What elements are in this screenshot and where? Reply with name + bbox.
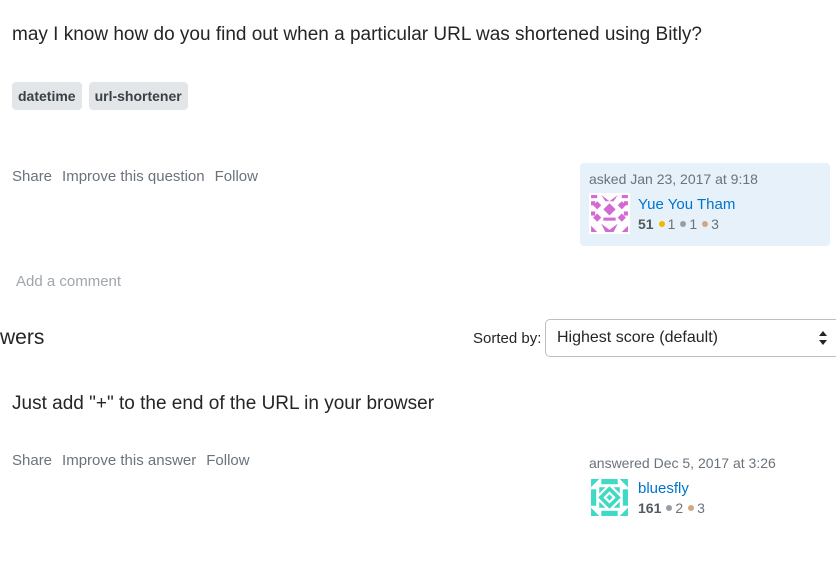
question-post-menu: Share Improve this question Follow [12, 168, 258, 185]
improve-question-link[interactable]: Improve this question [62, 168, 205, 185]
sort-select-value: Highest score (default) [557, 329, 718, 346]
sort-label: Sorted by: [473, 330, 542, 347]
gold-badge-count: 1 [667, 215, 676, 232]
question-body: may I know how do you find out when a pa… [12, 24, 702, 45]
silver-badge-icon [680, 220, 687, 227]
share-question-link[interactable]: Share [12, 168, 52, 185]
silver-badge-count: 2 [675, 499, 684, 516]
answered-timestamp[interactable]: answered Dec 5, 2017 at 3:26 [589, 455, 829, 471]
reputation-score: 161 [638, 499, 662, 516]
add-comment-link[interactable]: Add a comment [16, 273, 121, 290]
follow-answer-link[interactable]: Follow [206, 452, 249, 469]
silver-badge-count: 1 [689, 215, 698, 232]
user-stats: 51 1 1 3 [638, 216, 735, 232]
follow-question-link[interactable]: Follow [215, 168, 258, 185]
answers-heading: wers [0, 326, 45, 349]
tag-url-shortener[interactable]: url-shortener [88, 82, 188, 110]
user-name-link[interactable]: Yue You Tham [638, 196, 735, 214]
answer-post-menu: Share Improve this answer Follow [12, 452, 250, 469]
tag-datetime[interactable]: datetime [12, 82, 82, 110]
asked-timestamp[interactable]: asked Jan 23, 2017 at 9:18 [589, 171, 758, 187]
identicon-avatar[interactable] [589, 477, 630, 518]
share-answer-link[interactable]: Share [12, 452, 52, 469]
user-name-link[interactable]: bluesfly [638, 480, 705, 498]
question-owner-card: asked Jan 23, 2017 at 9:18 Yue You Tham … [580, 163, 830, 246]
answer-owner-card: answered Dec 5, 2017 at 3:26 bluesfly 16… [589, 455, 829, 518]
reputation-score: 51 [638, 215, 654, 232]
bronze-badge-icon [702, 220, 709, 227]
bronze-badge-count: 3 [711, 215, 719, 232]
select-arrows-icon [819, 331, 827, 345]
user-stats: 161 2 3 [638, 500, 705, 516]
sort-select[interactable]: Highest score (default) [545, 319, 836, 357]
answer-body: Just add "+" to the end of the URL in yo… [12, 393, 435, 414]
bronze-badge-count: 3 [697, 499, 705, 516]
bronze-badge-icon [688, 504, 695, 511]
improve-answer-link[interactable]: Improve this answer [62, 452, 196, 469]
silver-badge: 1 [680, 216, 697, 232]
identicon-avatar[interactable] [589, 193, 630, 234]
bronze-badge: 3 [702, 216, 719, 232]
question-tags: datetime url-shortener [12, 82, 188, 110]
gold-badge: 1 [658, 215, 676, 232]
gold-badge-icon [658, 220, 665, 227]
silver-badge-icon [666, 504, 673, 511]
bronze-badge: 3 [688, 500, 705, 516]
silver-badge: 2 [666, 500, 683, 516]
